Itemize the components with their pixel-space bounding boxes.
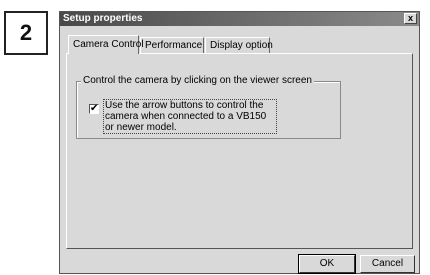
viewer-control-groupbox: Control the camera by clicking on the vi… [76, 75, 341, 139]
arrow-buttons-checkbox[interactable]: ✔ [89, 104, 99, 114]
setup-properties-dialog: Setup properties x Camera Control Perfor… [59, 11, 420, 274]
close-button[interactable]: x [404, 13, 417, 24]
tab-panel: Control the camera by clicking on the vi… [66, 53, 413, 249]
window-title: Setup properties [63, 13, 143, 24]
cancel-button[interactable]: Cancel [360, 255, 415, 273]
tab-display-option[interactable]: Display option [205, 37, 273, 53]
arrow-buttons-checkbox-label[interactable]: Use the arrow buttons to control the cam… [103, 99, 277, 134]
ok-button[interactable]: OK [298, 254, 356, 274]
groupbox-legend: Control the camera by clicking on the vi… [81, 75, 314, 87]
tab-camera-control[interactable]: Camera Control [68, 35, 144, 54]
tab-performance[interactable]: Performance [140, 37, 204, 53]
title-bar[interactable]: Setup properties x [60, 12, 419, 26]
step-number-badge: 2 [4, 11, 48, 55]
